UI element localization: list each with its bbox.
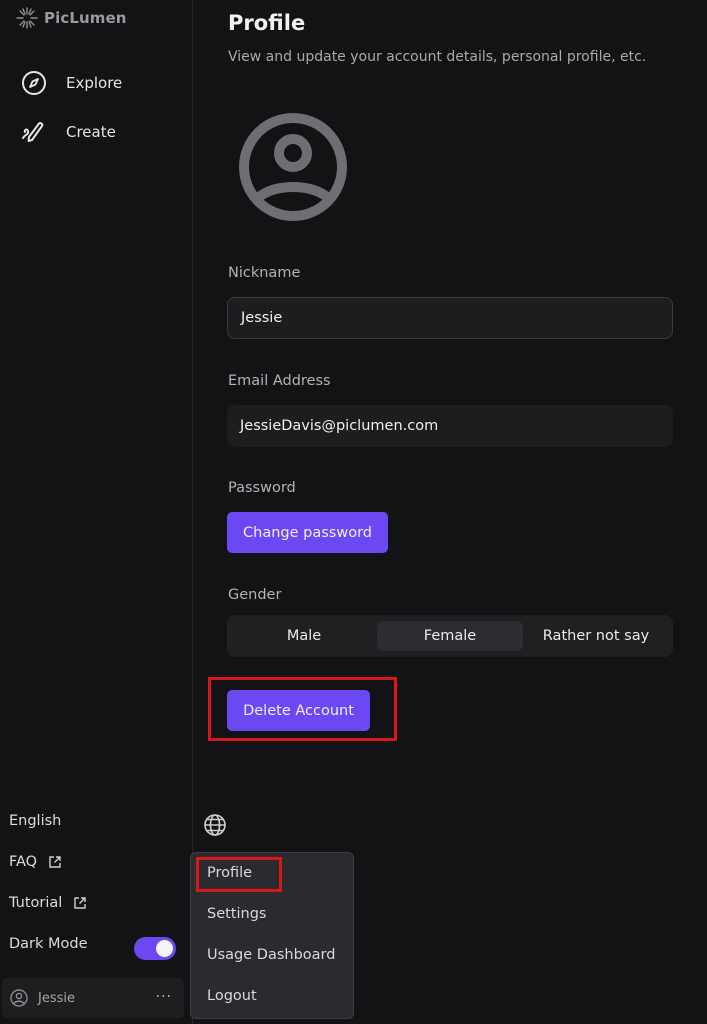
user-name: Jessie (38, 990, 75, 1006)
faq-label: FAQ (9, 854, 38, 870)
sidebar-item-explore[interactable]: Explore (20, 69, 122, 97)
menu-item-logout[interactable]: Logout (207, 988, 257, 1004)
gender-option-rather-not-say[interactable]: Rather not say (523, 621, 669, 651)
gender-option-male[interactable]: Male (231, 621, 377, 651)
email-label: Email Address (228, 373, 331, 389)
sidebar-item-label: Explore (66, 74, 123, 92)
dark-mode-row: Dark Mode (9, 936, 225, 957)
sidebar: PicLumen Explore Create English FAQ Tuto… (0, 0, 226, 1024)
user-account-bar[interactable]: Jessie ··· (2, 978, 184, 1018)
user-avatar-icon (10, 989, 28, 1007)
faq-link[interactable]: FAQ (9, 854, 226, 877)
highlight-box-delete-account (208, 677, 397, 741)
language-label: English (9, 813, 62, 829)
pen-icon (22, 122, 44, 142)
email-field: JessieDavis@piclumen.com (227, 405, 673, 447)
external-link-icon (74, 897, 87, 909)
sparkle-logo-icon (16, 7, 38, 29)
dark-mode-toggle[interactable] (134, 937, 176, 960)
compass-icon (22, 71, 46, 95)
menu-item-settings[interactable]: Settings (207, 906, 266, 922)
gender-selector: Male Female Rather not say (227, 615, 673, 657)
toggle-knob (156, 940, 173, 957)
gender-option-female[interactable]: Female (377, 621, 523, 651)
nickname-input[interactable]: Jessie (227, 297, 673, 339)
language-selector[interactable]: English (9, 813, 226, 836)
nickname-label: Nickname (228, 265, 301, 281)
gender-label: Gender (228, 587, 282, 603)
page-subtitle: View and update your account details, pe… (228, 49, 647, 65)
profile-avatar-icon[interactable] (237, 111, 349, 223)
menu-item-usage-dashboard[interactable]: Usage Dashboard (207, 947, 335, 963)
tutorial-label: Tutorial (9, 895, 63, 911)
more-options-icon[interactable]: ··· (156, 989, 172, 1005)
password-label: Password (228, 480, 296, 496)
sidebar-item-label: Create (66, 123, 116, 141)
sidebar-item-create[interactable]: Create (20, 118, 116, 146)
dark-mode-label: Dark Mode (9, 936, 88, 952)
page-title: Profile (228, 11, 306, 35)
change-password-button[interactable]: Change password (227, 512, 388, 553)
logo[interactable]: PicLumen (16, 7, 127, 29)
tutorial-link[interactable]: Tutorial (9, 895, 225, 918)
external-link-icon (49, 856, 61, 868)
logo-text: PicLumen (44, 9, 127, 27)
highlight-box-profile (196, 857, 282, 892)
